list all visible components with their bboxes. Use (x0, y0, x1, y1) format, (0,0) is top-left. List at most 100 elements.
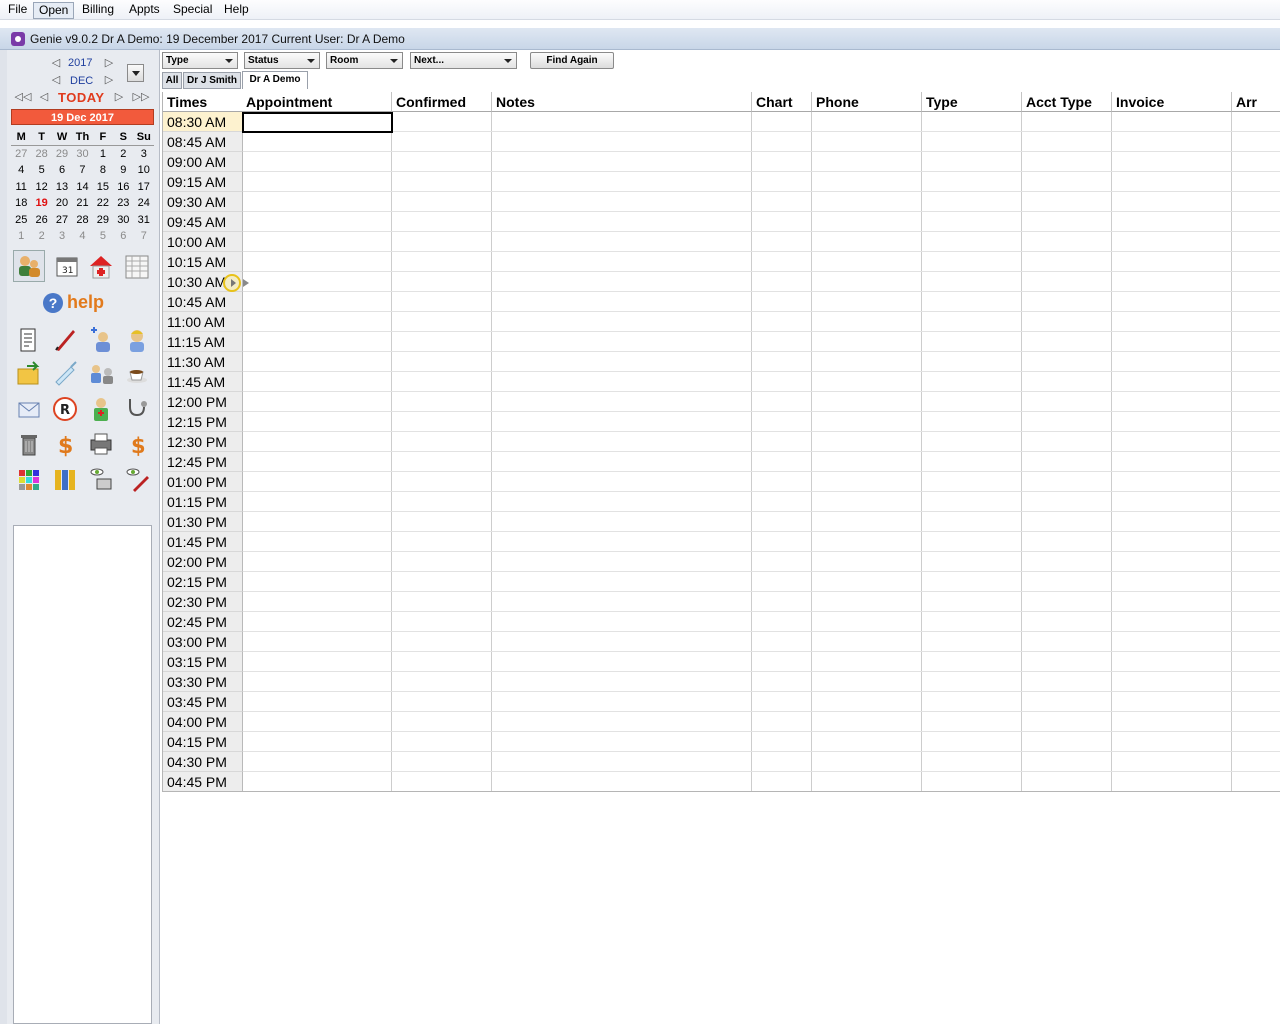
color-grid-icon[interactable] (14, 464, 42, 492)
calendar-day[interactable]: 1 (11, 228, 31, 245)
column-header-arr[interactable]: Arr (1232, 92, 1280, 112)
calendar-day[interactable]: 26 (31, 212, 51, 229)
calendar-day[interactable]: 5 (93, 228, 113, 245)
table-row[interactable] (243, 271, 1280, 272)
column-header-acct-type[interactable]: Acct Type (1022, 92, 1112, 112)
column-header-phone[interactable]: Phone (812, 92, 922, 112)
calendar-day[interactable]: 30 (72, 146, 92, 163)
table-row[interactable] (243, 211, 1280, 212)
table-row[interactable] (243, 631, 1280, 632)
status-filter-dropdown[interactable]: Status (244, 52, 320, 69)
table-row[interactable] (243, 371, 1280, 372)
registered-r-icon[interactable]: R (50, 394, 78, 422)
calendar-day[interactable]: 2 (113, 146, 133, 163)
table-row[interactable] (243, 431, 1280, 432)
table-row[interactable] (243, 131, 1280, 132)
calendar-day[interactable]: 4 (11, 162, 31, 179)
calendar-day[interactable]: 11 (11, 179, 31, 196)
calendar-day[interactable]: 29 (93, 212, 113, 229)
room-filter-dropdown[interactable]: Room (326, 52, 403, 69)
patients-icon[interactable] (13, 250, 45, 282)
calendar-day[interactable]: 12 (31, 179, 51, 196)
prev-day-arrow-icon[interactable]: ◁ (38, 91, 50, 103)
table-row[interactable] (243, 151, 1280, 152)
prev-month-arrow-icon[interactable]: ◁ (50, 74, 62, 86)
menu-open[interactable]: Open (33, 2, 75, 19)
calendar-day[interactable]: 19 (31, 195, 51, 212)
next-filter-dropdown[interactable]: Next... (410, 52, 517, 69)
prev-year-arrow-icon[interactable]: ◁ (50, 57, 62, 69)
calendar-day[interactable]: 28 (31, 146, 51, 163)
table-row[interactable] (243, 671, 1280, 672)
menu-appts[interactable]: Appts (124, 2, 165, 19)
calendar-day[interactable]: 25 (11, 212, 31, 229)
table-row[interactable] (243, 551, 1280, 552)
table-row[interactable] (243, 691, 1280, 692)
table-row[interactable] (243, 331, 1280, 332)
calendar-day[interactable]: 7 (72, 162, 92, 179)
table-row[interactable] (243, 171, 1280, 172)
table-row[interactable] (243, 511, 1280, 512)
calendar-day[interactable]: 7 (134, 228, 154, 245)
spreadsheet-icon[interactable] (122, 252, 150, 280)
folder-export-icon[interactable] (14, 359, 42, 387)
billing-dollar-icon[interactable]: $ (50, 429, 78, 459)
calendar-day[interactable]: 1 (93, 146, 113, 163)
next-week-arrow-icon[interactable]: ▷▷ (131, 91, 151, 103)
table-row[interactable] (243, 711, 1280, 712)
menu-file[interactable]: File (3, 2, 32, 19)
table-row[interactable] (243, 571, 1280, 572)
printer-icon[interactable] (86, 429, 114, 457)
next-year-arrow-icon[interactable]: ▷ (103, 57, 115, 69)
menu-special[interactable]: Special (168, 2, 217, 19)
next-month-arrow-icon[interactable]: ▷ (103, 74, 115, 86)
menu-billing[interactable]: Billing (77, 2, 119, 19)
calendar-day[interactable]: 18 (11, 195, 31, 212)
column-header-times[interactable]: Times (163, 92, 243, 112)
table-row[interactable] (243, 411, 1280, 412)
table-row[interactable] (243, 191, 1280, 192)
calendar-day[interactable]: 6 (52, 162, 72, 179)
table-row[interactable] (243, 311, 1280, 312)
table-row[interactable] (243, 351, 1280, 352)
calendar-day[interactable]: 14 (72, 179, 92, 196)
table-row[interactable] (243, 251, 1280, 252)
table-row[interactable] (243, 471, 1280, 472)
calendar-day[interactable]: 27 (11, 146, 31, 163)
calendar-day[interactable]: 5 (31, 162, 51, 179)
column-header-appointment[interactable]: Appointment (242, 92, 392, 112)
calendar-day[interactable]: 6 (113, 228, 133, 245)
selected-appointment-cell[interactable] (242, 112, 393, 133)
next-day-arrow-icon[interactable]: ▷ (113, 91, 125, 103)
calendar-day[interactable]: 30 (113, 212, 133, 229)
table-row[interactable] (243, 651, 1280, 652)
column-header-chart[interactable]: Chart (752, 92, 812, 112)
mail-icon[interactable] (14, 394, 42, 422)
eye-print-icon[interactable] (86, 464, 114, 492)
table-row[interactable] (243, 731, 1280, 732)
calendar-dropdown-button[interactable] (127, 64, 144, 82)
table-row[interactable] (243, 591, 1280, 592)
calendar-day[interactable]: 23 (113, 195, 133, 212)
calendar-day[interactable]: 20 (52, 195, 72, 212)
nurse-icon[interactable] (86, 394, 114, 422)
quill-pen-icon[interactable] (50, 325, 78, 353)
table-row[interactable] (243, 771, 1280, 772)
calendar-day[interactable]: 2 (31, 228, 51, 245)
column-header-confirmed[interactable]: Confirmed (392, 92, 492, 112)
calendar-day[interactable]: 3 (134, 146, 154, 163)
eye-pen-icon[interactable] (122, 464, 150, 492)
find-again-button[interactable]: Find Again (530, 52, 614, 69)
calendar-day[interactable]: 3 (52, 228, 72, 245)
calendar-day[interactable]: 16 (113, 179, 133, 196)
notes-list-icon[interactable] (14, 325, 42, 353)
calendar-day[interactable]: 29 (52, 146, 72, 163)
prev-week-arrow-icon[interactable]: ◁◁ (13, 91, 33, 103)
calendar-day[interactable]: 15 (93, 179, 113, 196)
referral-icon[interactable] (86, 359, 114, 387)
stethoscope-icon[interactable] (122, 394, 150, 422)
calendar-day[interactable]: 9 (113, 162, 133, 179)
table-row[interactable] (243, 491, 1280, 492)
syringe-icon[interactable] (50, 359, 78, 387)
column-header-type[interactable]: Type (922, 92, 1022, 112)
